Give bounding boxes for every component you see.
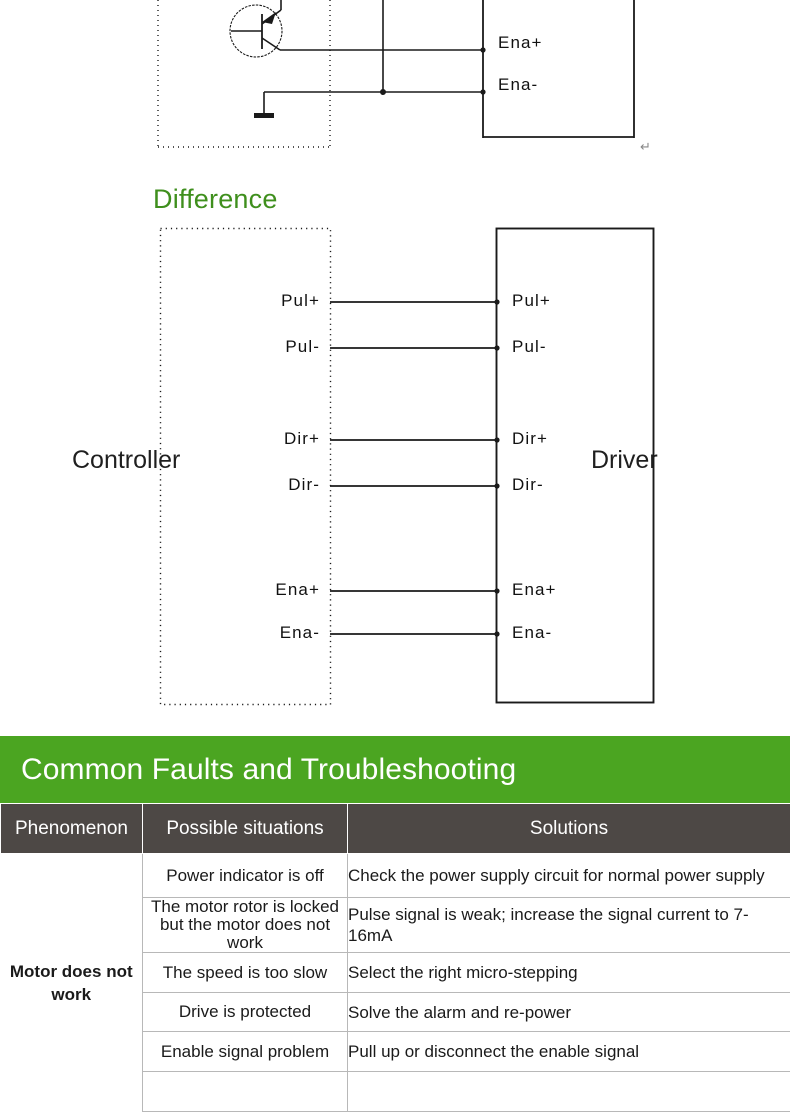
driver-pin-ena-plus: Ena+ (512, 580, 557, 600)
controller-label: Controller (72, 446, 180, 474)
column-header-phenomenon: Phenomenon (1, 804, 143, 854)
situation-cell: Power indicator is off (143, 854, 348, 898)
driver-pin-dir-plus: Dir+ (512, 429, 548, 449)
controller-pin-ena-plus: Ena+ (200, 580, 320, 600)
driver-pin-dir-minus: Dir- (512, 475, 544, 495)
junction-dot (380, 89, 386, 95)
situation-cell: The speed is too slow (143, 953, 348, 993)
column-header-solutions: Solutions (348, 804, 790, 854)
troubleshooting-table: Phenomenon Possible situations Solutions… (0, 803, 790, 1112)
solution-cell: Pulse signal is weak; increase the signa… (348, 898, 790, 953)
single-ended-wiring-diagram-fragment: Ena+ Ena- ↵ (0, 0, 790, 165)
solution-cell: Select the right micro-stepping (348, 953, 790, 993)
driver-label: Driver (591, 446, 658, 474)
difference-section-heading: Difference (153, 183, 278, 215)
top-pin-label-ena-minus: Ena- (498, 75, 538, 95)
controller-pin-pul-minus: Pul- (200, 337, 320, 357)
solution-cell: Pull up or disconnect the enable signal (348, 1032, 790, 1072)
pin-dot-pul-plus (494, 299, 499, 304)
driver-pin-pul-plus: Pul+ (512, 291, 551, 311)
controller-pin-dir-minus: Dir- (200, 475, 320, 495)
differential-wiring-diagram: Controller Driver Pul+ Pul- Dir+ Dir- En… (0, 215, 790, 715)
ground-symbol-icon (254, 113, 274, 118)
table-header-row: Phenomenon Possible situations Solutions (1, 804, 790, 854)
driver-pin-pul-minus: Pul- (512, 337, 547, 357)
top-pin-label-ena-plus: Ena+ (498, 33, 543, 53)
solution-cell: Check the power supply circuit for norma… (348, 854, 790, 898)
pin-dot-dir-plus (494, 437, 499, 442)
pin-dot-ena-plus (480, 47, 485, 52)
solution-cell (348, 1072, 790, 1112)
top-diagram-svg (0, 0, 790, 165)
paragraph-return-mark: ↵ (640, 139, 651, 155)
pin-dot-ena-minus (480, 89, 485, 94)
transistor-arrow-icon (262, 12, 276, 24)
controller-pin-pul-plus: Pul+ (200, 291, 320, 311)
pin-dot-ena-plus (494, 588, 499, 593)
table-header: Phenomenon Possible situations Solutions (1, 804, 790, 854)
situation-cell: Enable signal problem (143, 1032, 348, 1072)
table-body: Motor does not work Power indicator is o… (1, 854, 790, 1112)
pin-dot-ena-minus (494, 631, 499, 636)
column-header-possible-situations: Possible situations (143, 804, 348, 854)
controller-pin-dir-plus: Dir+ (200, 429, 320, 449)
transistor-emitter-lead (262, 38, 280, 50)
faults-section-band: Common Faults and Troubleshooting (0, 736, 790, 803)
driver-pin-ena-minus: Ena- (512, 623, 552, 643)
situation-cell: The motor rotor is locked but the motor … (143, 898, 348, 953)
situation-cell: Drive is protected (143, 993, 348, 1032)
controller-pin-ena-minus: Ena- (200, 623, 320, 643)
situation-cell (143, 1072, 348, 1112)
faults-section-title: Common Faults and Troubleshooting (0, 753, 516, 787)
pin-dot-pul-minus (494, 345, 499, 350)
phenomenon-cell: Motor does not work (1, 854, 143, 1112)
solution-cell: Solve the alarm and re-power (348, 993, 790, 1032)
pin-dot-dir-minus (494, 483, 499, 488)
table-row: Motor does not work Power indicator is o… (1, 854, 790, 898)
